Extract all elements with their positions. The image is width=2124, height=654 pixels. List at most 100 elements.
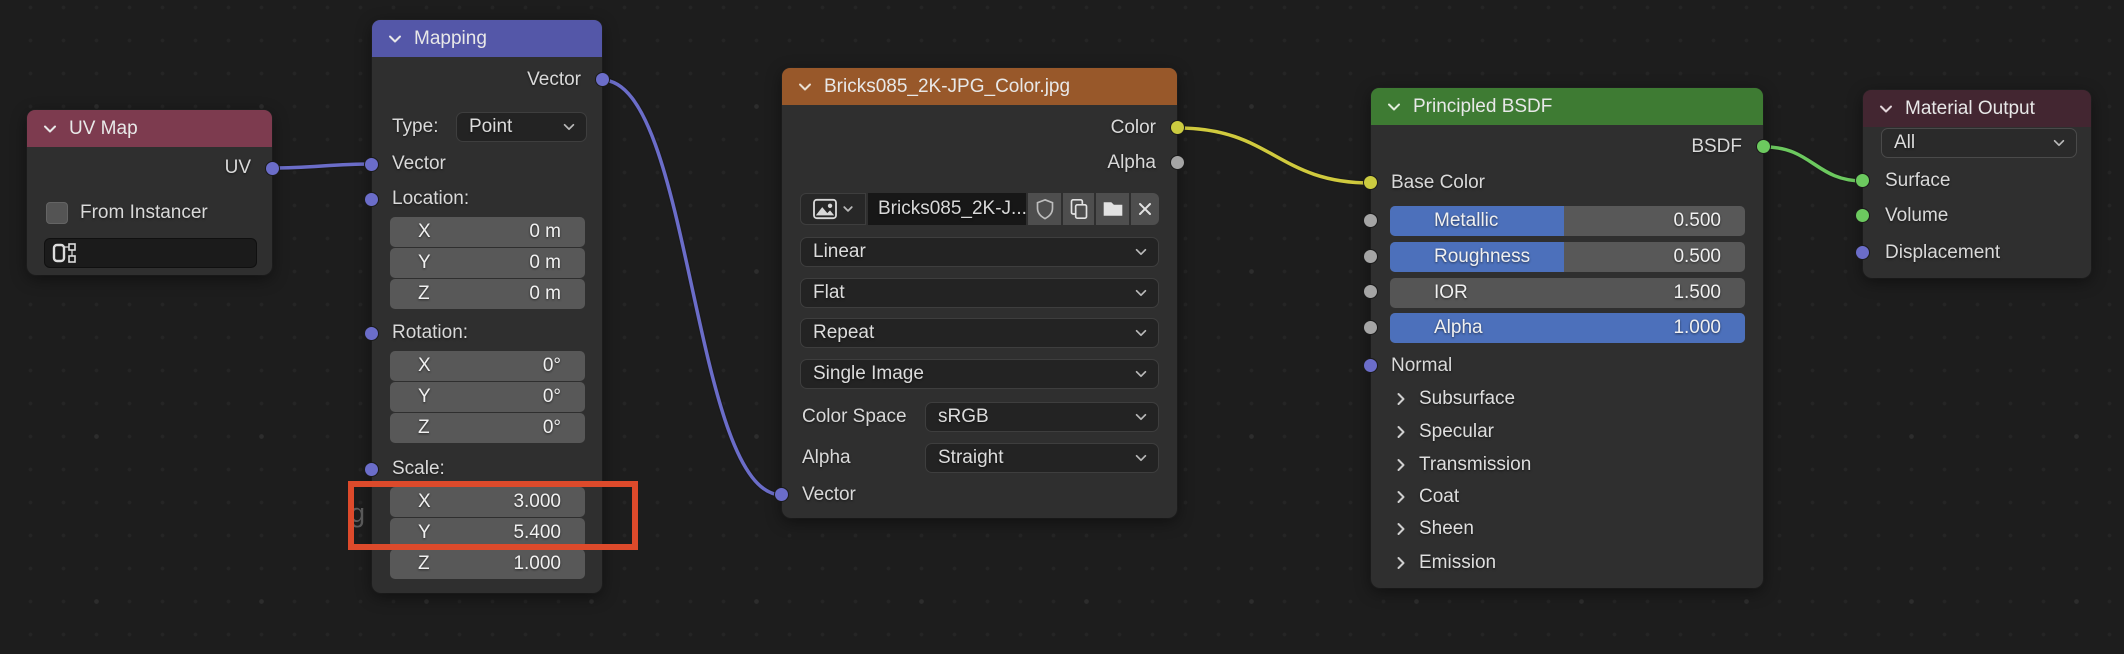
rotation-z-field[interactable]: Z 0° [390,413,585,443]
socket-input-base-color[interactable] [1363,175,1378,190]
input-row-location: Location: [372,184,602,214]
socket-input-vector[interactable] [774,487,789,502]
axis-label: Z [418,553,430,574]
socket-input-vector[interactable] [364,157,379,172]
wire-outline [1764,144,1864,184]
panel-transmission[interactable]: Transmission [1371,450,1763,480]
location-z-field[interactable]: Z 0 m [390,279,585,309]
chevron-down-icon[interactable] [387,31,403,47]
socket-output-alpha[interactable] [1170,155,1185,170]
chevron-right-icon[interactable] [1393,424,1409,440]
chevron-right-icon[interactable] [1393,391,1409,407]
interpolation-value: Linear [813,241,866,262]
image-name-field[interactable]: Bricks085_2K-J... [868,193,1026,225]
chevron-right-icon[interactable] [1393,457,1409,473]
chevron-down-icon [563,123,575,131]
socket-input-metallic[interactable] [1363,213,1378,228]
node-principled-bsdf[interactable]: Principled BSDF BSDF Base Color Metallic… [1363,88,1771,588]
ior-slider[interactable]: IOR 1.500 [1390,278,1745,308]
input-row-displacement: Displacement [1863,238,2091,268]
chevron-down-icon[interactable] [42,121,58,137]
node-editor-canvas[interactable]: UV Map UV From Instancer Mapping Vector [0,0,2124,654]
socket-input-alpha[interactable] [1363,320,1378,335]
socket-input-location[interactable] [364,192,379,207]
from-instancer-row: From Instancer [27,198,272,228]
metallic-slider[interactable]: Metallic 0.500 [1390,206,1745,236]
rotation-y-field[interactable]: Y 0° [390,382,585,412]
type-dropdown[interactable]: Point [456,112,587,142]
uv-map-icon [52,243,76,263]
input-row-scale: Scale: [372,454,602,484]
chevron-down-icon [1135,248,1147,256]
uv-map-select-field[interactable] [44,238,257,268]
duplicate-button[interactable] [1063,193,1094,225]
socket-input-scale[interactable] [364,462,379,477]
target-value: All [1894,132,1916,153]
alpha-slider[interactable]: Alpha 1.000 [1390,313,1745,343]
wire-bsdf-to-surface [1764,145,1864,183]
checkbox-label: From Instancer [80,202,208,223]
axis-value: 0 m [529,252,561,273]
slider-label: Metallic [1434,210,1499,231]
unlink-button[interactable] [1131,193,1159,225]
node-image-texture[interactable]: Bricks085_2K-JPG_Color.jpg Color Alpha B… [774,68,1185,518]
socket-input-volume[interactable] [1855,208,1870,223]
socket-output-bsdf[interactable] [1756,139,1771,154]
location-x-field[interactable]: X 0 m [390,217,585,247]
panel-emission[interactable]: Emission [1371,548,1763,578]
open-image-button[interactable] [1096,193,1129,225]
output-label: Vector [527,69,581,90]
socket-input-rotation[interactable] [364,326,379,341]
socket-output-vector[interactable] [595,72,610,87]
from-instancer-checkbox[interactable] [46,202,68,224]
extension-dropdown[interactable]: Repeat [800,318,1159,348]
chevron-down-icon[interactable] [797,79,813,95]
input-row-rotation: Rotation: [372,318,602,348]
socket-input-displacement[interactable] [1855,245,1870,260]
location-y-field[interactable]: Y 0 m [390,248,585,278]
panel-specular[interactable]: Specular [1371,417,1763,447]
target-dropdown[interactable]: All [1881,128,2077,158]
node-header-material-output[interactable]: Material Output [1863,90,2091,127]
rotation-x-field[interactable]: X 0° [390,351,585,381]
node-header-principled[interactable]: Principled BSDF [1371,88,1763,125]
panel-sheen[interactable]: Sheen [1371,514,1763,544]
image-datablock-row: Bricks085_2K-J... [800,193,1159,225]
interpolation-dropdown[interactable]: Linear [800,237,1159,267]
socket-input-roughness[interactable] [1363,249,1378,264]
chevron-down-icon[interactable] [1386,99,1402,115]
node-header-image-texture[interactable]: Bricks085_2K-JPG_Color.jpg [782,68,1177,105]
socket-input-ior[interactable] [1363,284,1378,299]
scale-z-field[interactable]: Z 1.000 [390,549,585,579]
wire-outline [271,161,373,171]
node-material-output[interactable]: Material Output All Surface Volume Displ… [1855,90,2091,278]
panel-subsurface[interactable]: Subsurface [1371,384,1763,414]
image-browse-button[interactable] [800,193,866,225]
axis-label: Z [418,283,430,304]
input-label: Base Color [1391,172,1485,193]
chevron-down-icon [2053,139,2065,147]
chevron-right-icon[interactable] [1393,489,1409,505]
axis-value: 1.000 [513,553,561,574]
color-space-dropdown[interactable]: sRGB [925,402,1159,432]
chevron-down-icon[interactable] [1878,101,1894,117]
socket-output-uv[interactable] [265,161,280,176]
socket-input-normal[interactable] [1363,358,1378,373]
socket-output-color[interactable] [1170,120,1185,135]
socket-input-surface[interactable] [1855,173,1870,188]
alpha-mode-dropdown[interactable]: Straight [925,443,1159,473]
input-label: Surface [1885,170,1951,191]
axis-label: X [418,221,431,242]
panel-coat[interactable]: Coat [1371,482,1763,512]
node-uv-map[interactable]: UV Map UV From Instancer [27,110,280,275]
source-dropdown[interactable]: Single Image [800,359,1159,389]
node-header-uv-map[interactable]: UV Map [27,110,272,147]
panel-label: Emission [1419,552,1497,573]
chevron-right-icon[interactable] [1393,521,1409,537]
wire-color-to-basecolor [1177,126,1372,185]
node-header-mapping[interactable]: Mapping [372,20,602,57]
roughness-slider[interactable]: Roughness 0.500 [1390,242,1745,272]
chevron-right-icon[interactable] [1393,555,1409,571]
projection-dropdown[interactable]: Flat [800,278,1159,308]
fake-user-button[interactable] [1028,193,1061,225]
